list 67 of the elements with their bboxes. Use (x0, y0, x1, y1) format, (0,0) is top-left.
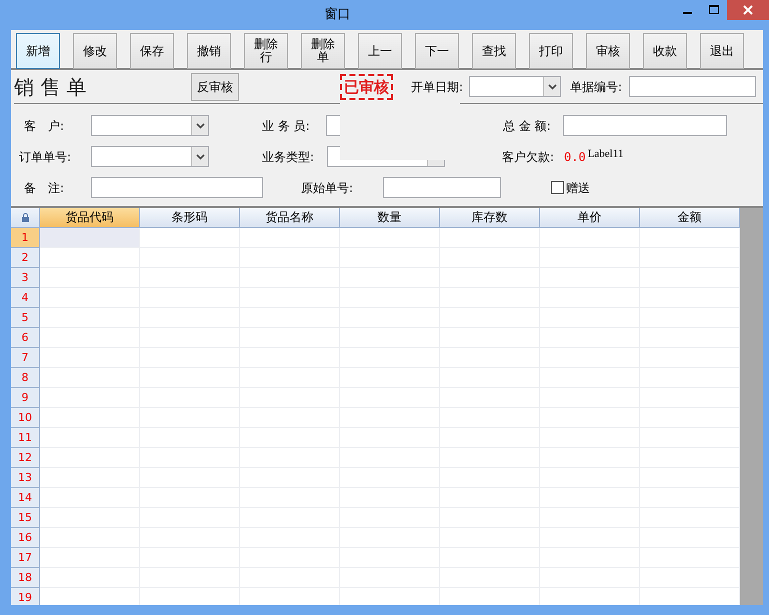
row-header[interactable]: 9 (11, 388, 40, 408)
row-header[interactable]: 8 (11, 368, 40, 388)
input-field[interactable] (91, 177, 263, 198)
toolbar-button[interactable]: 修改 (73, 33, 117, 69)
unapprove-button[interactable]: 反审核 (191, 72, 239, 100)
checkbox-label[interactable]: 赠送 (566, 178, 590, 196)
toolbar-button[interactable]: 查找 (472, 33, 516, 69)
field-label: 业务类型: (262, 148, 316, 166)
toolbar-button[interactable]: 保存 (130, 33, 174, 69)
placeholder-label: Label11 (588, 147, 624, 162)
input-field[interactable] (383, 177, 501, 198)
row-header[interactable]: 6 (11, 328, 40, 348)
row-header[interactable]: 5 (11, 308, 40, 328)
field-label: 原始单号: (301, 180, 354, 196)
lock-icon[interactable] (11, 208, 40, 228)
row-header[interactable]: 18 (11, 568, 40, 588)
toolbar-button[interactable]: 上一 (358, 33, 402, 69)
close-icon[interactable] (743, 5, 753, 15)
column-header[interactable]: 金额 (640, 208, 740, 228)
field-label: 客 户: (24, 118, 66, 134)
window-title: 窗口 (324, 6, 352, 24)
row-header[interactable]: 2 (11, 248, 40, 268)
column-header[interactable]: 条形码 (140, 208, 240, 228)
field-label: 开单日期: (411, 78, 464, 96)
form-title: 销 售 单 (14, 74, 88, 100)
field-label: 客户欠款: (502, 148, 556, 166)
balance-value: 0.0 (564, 148, 586, 166)
row-header[interactable]: 17 (11, 548, 40, 568)
toolbar-button[interactable]: 撤销 (187, 33, 231, 69)
row-header[interactable]: 12 (11, 448, 40, 468)
column-header[interactable]: 库存数 (440, 208, 540, 228)
toolbar-button[interactable]: 删除单 (301, 33, 345, 69)
column-header[interactable]: 单价 (540, 208, 640, 228)
field-label: 备 注: (24, 180, 66, 196)
row-header[interactable]: 14 (11, 488, 40, 508)
row-header[interactable]: 7 (11, 348, 40, 368)
close-button[interactable] (727, 0, 769, 20)
field-label: 订单单号: (19, 148, 72, 166)
row-header[interactable]: 4 (11, 288, 40, 308)
row-header[interactable]: 3 (11, 268, 40, 288)
row-header[interactable]: 11 (11, 428, 40, 448)
toolbar-button[interactable]: 退出 (700, 33, 744, 69)
row-header[interactable]: 19 (11, 588, 40, 605)
toolbar-button[interactable]: 新增 (16, 33, 60, 69)
scrollbar[interactable] (740, 208, 763, 605)
row-header[interactable]: 10 (11, 408, 40, 428)
toolbar-button[interactable]: 删除行 (244, 33, 288, 69)
selected-cell[interactable] (40, 228, 140, 248)
row-header[interactable]: 13 (11, 468, 40, 488)
row-header[interactable]: 15 (11, 508, 40, 528)
toolbar-button[interactable]: 下一 (415, 33, 459, 69)
input-field[interactable] (629, 76, 756, 97)
dropdown-field[interactable] (469, 76, 561, 97)
field-label: 总 金 额: (503, 118, 552, 134)
column-header[interactable]: 数量 (340, 208, 440, 228)
toolbar-button[interactable]: 打印 (529, 33, 573, 69)
field-label: 业 务 员: (262, 118, 311, 134)
field-label: 单据编号: (570, 78, 624, 96)
row-header[interactable]: 16 (11, 528, 40, 548)
column-header[interactable]: 货品代码 (40, 208, 140, 228)
dropdown-field[interactable] (91, 115, 209, 136)
input-field[interactable] (563, 115, 727, 136)
checkbox[interactable] (551, 181, 564, 194)
toolbar-button[interactable]: 审核 (586, 33, 630, 69)
dropdown-field[interactable] (91, 146, 209, 167)
column-header[interactable]: 货品名称 (240, 208, 340, 228)
toolbar-button[interactable]: 收款 (643, 33, 687, 69)
